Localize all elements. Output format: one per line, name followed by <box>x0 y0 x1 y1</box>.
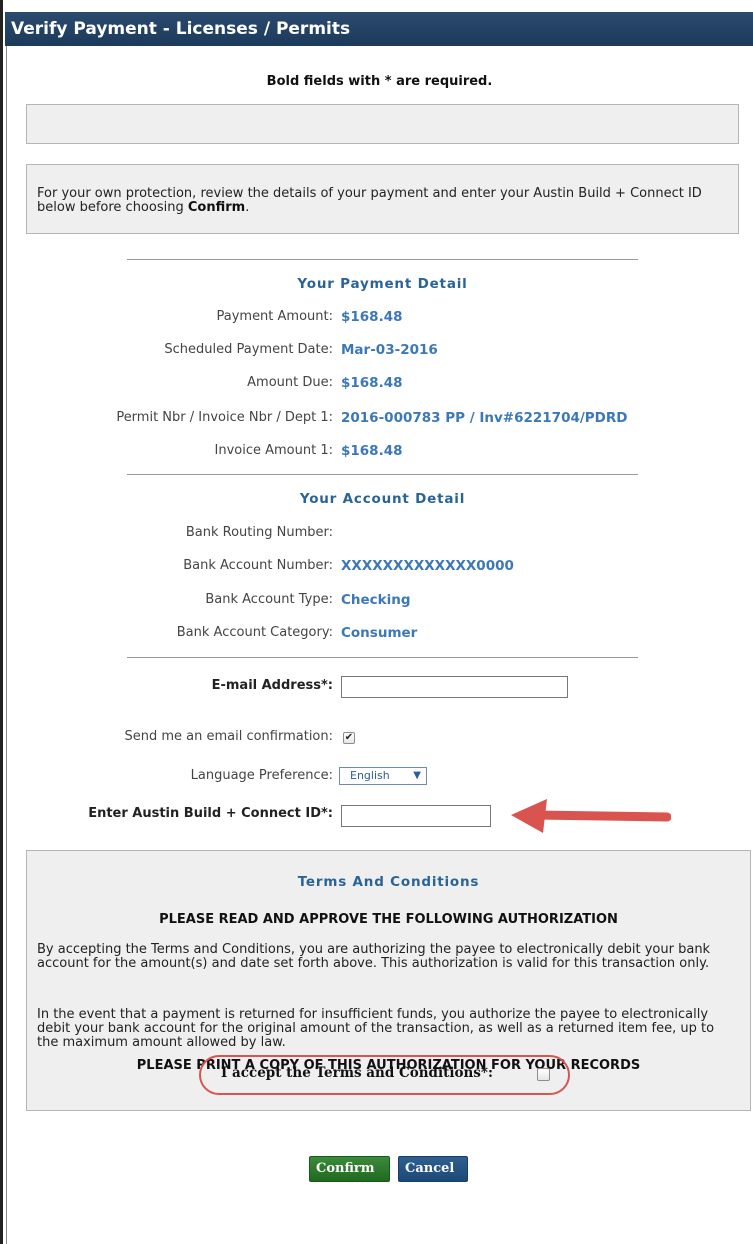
detail-label: Amount Due: <box>247 375 333 390</box>
language-label: Language Preference: <box>190 768 333 783</box>
email-confirm-row: Send me an email confirmation: <box>0 729 753 749</box>
detail-row: Bank Account Number: XXXXXXXXXXXXX0000 <box>0 558 753 578</box>
detail-value: Consumer <box>341 625 418 641</box>
detail-row: Amount Due: $168.48 <box>0 375 753 395</box>
protection-info-box: For your own protection, review the deta… <box>26 164 739 234</box>
email-confirm-checkbox[interactable]: ✔ <box>343 732 355 744</box>
divider <box>127 259 638 260</box>
terms-title: Terms And Conditions <box>297 874 480 890</box>
detail-value: Checking <box>341 592 411 608</box>
detail-label: Payment Amount: <box>216 309 333 324</box>
detail-label: Scheduled Payment Date: <box>164 342 333 357</box>
language-value: English <box>350 769 390 782</box>
detail-row: Scheduled Payment Date: Mar-03-2016 <box>0 342 753 362</box>
check-icon: ✔ <box>344 732 354 743</box>
detail-row: Bank Routing Number: <box>0 525 753 545</box>
language-select[interactable]: English ▼ <box>339 767 427 785</box>
terms-paragraph-2: In the event that a payment is returned … <box>37 1007 715 1050</box>
accept-terms-label: I accept the Terms and Conditions*: <box>221 1065 493 1081</box>
detail-row: Permit Nbr / Invoice Nbr / Dept 1: 2016-… <box>0 410 753 430</box>
detail-value: XXXXXXXXXXXXX0000 <box>341 558 514 574</box>
confirm-button[interactable]: Confirm <box>309 1156 390 1182</box>
terms-heading: PLEASE READ AND APPROVE THE FOLLOWING AU… <box>159 912 618 927</box>
detail-label: Invoice Amount 1: <box>214 443 333 458</box>
red-arrow-annotation-icon <box>511 799 671 833</box>
page-title: Verify Payment - Licenses / Permits <box>5 12 753 46</box>
divider <box>127 474 638 475</box>
detail-label: Bank Routing Number: <box>185 525 333 540</box>
detail-value: $168.48 <box>341 375 403 391</box>
terms-paragraph-1: By accepting the Terms and Conditions, y… <box>37 942 711 971</box>
detail-row: Bank Account Type: Checking <box>0 592 753 612</box>
accept-terms-checkbox[interactable] <box>537 1068 550 1081</box>
email-field[interactable] <box>341 676 568 698</box>
abc-id-field[interactable] <box>341 805 491 827</box>
abc-id-label: Enter Austin Build + Connect ID*: <box>88 806 333 821</box>
info-text-end: . <box>245 200 250 215</box>
email-label: E-mail Address*: <box>211 678 333 693</box>
page: Verify Payment - Licenses / Permits Bold… <box>0 0 753 1244</box>
detail-row: Invoice Amount 1: $168.48 <box>0 443 753 463</box>
detail-row: Bank Account Category: Consumer <box>0 625 753 645</box>
detail-label: Bank Account Type: <box>205 592 333 607</box>
detail-value: 2016-000783 PP / Inv#6221704/PDRD <box>341 410 628 426</box>
message-box <box>26 104 739 144</box>
detail-row: Payment Amount: $168.48 <box>0 309 753 329</box>
left-edge-rule <box>0 0 3 1244</box>
divider <box>127 657 638 658</box>
detail-value: $168.48 <box>341 309 403 325</box>
required-fields-note: Bold fields with * are required. <box>266 74 493 89</box>
detail-label: Permit Nbr / Invoice Nbr / Dept 1: <box>116 410 333 425</box>
dropdown-arrow-icon: ▼ <box>413 770 421 781</box>
account-detail-title: Your Account Detail <box>299 491 466 507</box>
detail-value: $168.48 <box>341 443 403 459</box>
detail-label: Bank Account Category: <box>176 625 333 640</box>
detail-value: Mar-03-2016 <box>341 342 438 358</box>
info-confirm-word: Confirm <box>187 200 246 215</box>
detail-label: Bank Account Number: <box>183 558 333 573</box>
email-confirm-label: Send me an email confirmation: <box>124 729 333 744</box>
payment-detail-title: Your Payment Detail <box>297 276 468 292</box>
info-text: For your own protection, review the deta… <box>37 186 702 215</box>
cancel-button[interactable]: Cancel <box>398 1156 468 1182</box>
